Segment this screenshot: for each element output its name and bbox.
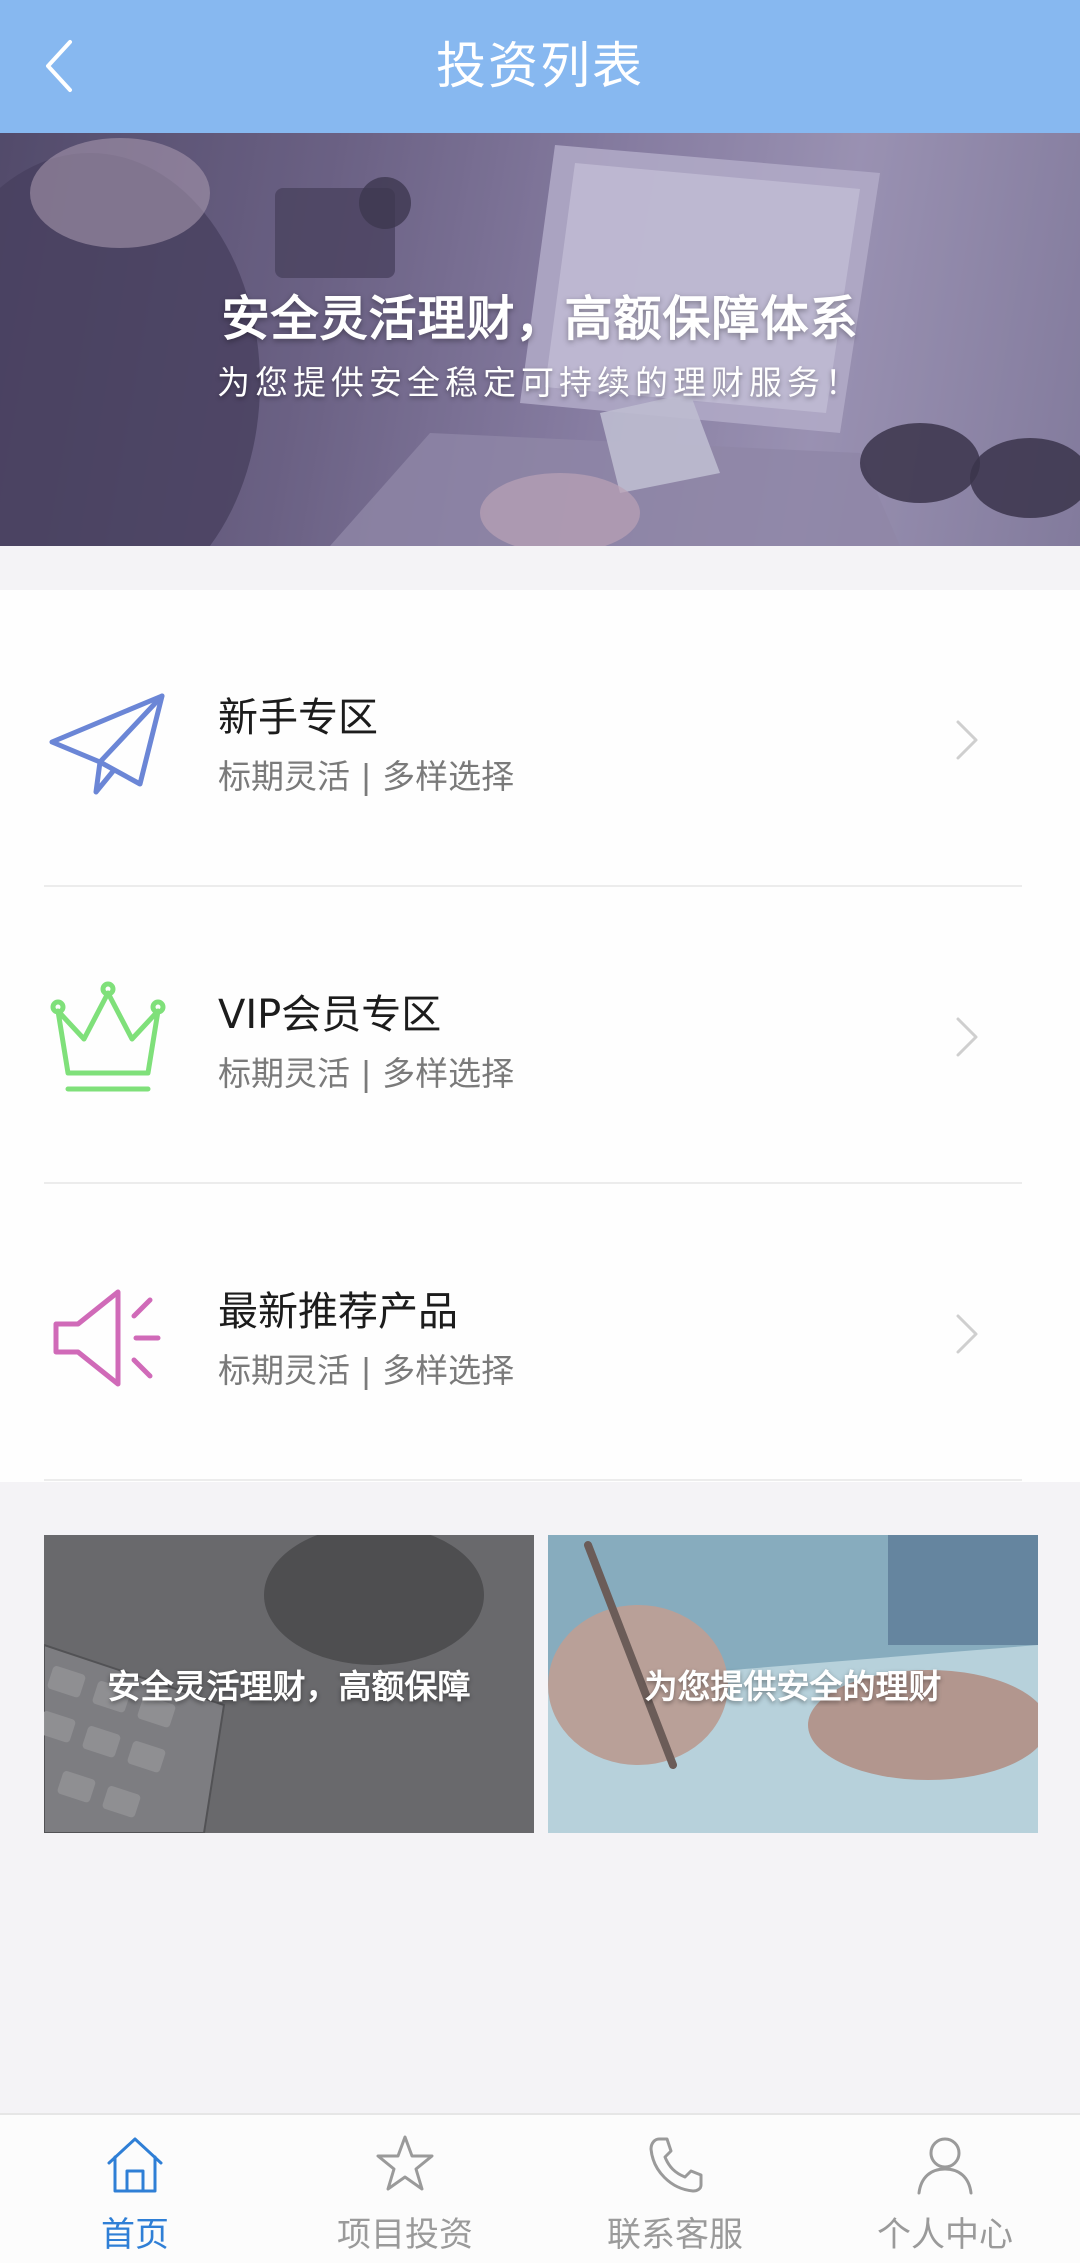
list-item-newbie-zone[interactable]: 新手专区 标期灵活 | 多样选择 [0,590,1080,887]
list-item-recommended[interactable]: 最新推荐产品 标期灵活 | 多样选择 [0,1184,1080,1481]
tab-projects[interactable]: 项目投资 [270,2115,540,2263]
promo-caption: 为您提供安全的理财 [644,1667,942,1706]
promo-caption: 安全灵活理财，高额保障 [107,1667,471,1706]
list-item-desc: 标期灵活 | 多样选择 [218,1054,515,1093]
zone-list: 新手专区 标期灵活 | 多样选择 VIP会员专区 标期灵活 | 多样选择 最新推… [0,590,1080,1482]
list-item-title: VIP会员专区 [218,992,442,1038]
nav-header: 投资列表 [0,0,1080,133]
chevron-right-icon [956,1314,978,1354]
phone-icon [649,2137,703,2193]
divider [44,1479,1022,1481]
speaker-icon [53,1289,161,1387]
crown-icon [50,981,166,1092]
promo-card-left[interactable]: 安全灵活理财，高额保障 [44,1535,534,1833]
tab-bar: 首页 项目投资 联系客服 个人中心 [0,2113,1080,2263]
hero-subtitle: 为您提供安全稳定可持续的理财服务！ [217,363,863,402]
list-item-title: 最新推荐产品 [218,1289,458,1335]
page-title: 投资列表 [436,37,644,95]
tab-profile[interactable]: 个人中心 [810,2115,1080,2263]
chevron-right-icon [956,720,978,760]
list-item-title: 新手专区 [218,695,378,741]
star-icon [376,2135,434,2191]
hero-banner[interactable]: 安全灵活理财，高额保障体系 为您提供安全稳定可持续的理财服务！ [0,133,1080,546]
chevron-left-icon[interactable] [40,38,80,94]
home-icon [107,2137,163,2193]
list-item-desc: 标期灵活 | 多样选择 [218,757,515,796]
list-item-desc: 标期灵活 | 多样选择 [218,1351,515,1390]
page: 投资列表 安全灵活理财，高额保障体系 为您提供安全稳定可持续的理财服务！ 新手专… [0,0,1080,2263]
chevron-right-icon [956,1017,978,1057]
tab-label: 首页 [101,2215,169,2255]
tab-home[interactable]: 首页 [0,2115,270,2263]
hero-headline: 安全灵活理财，高额保障体系 [221,291,859,347]
tab-contact[interactable]: 联系客服 [540,2115,810,2263]
tab-label: 联系客服 [607,2215,743,2255]
paper-plane-icon [49,693,165,795]
tab-label: 个人中心 [877,2215,1013,2255]
tab-label: 项目投资 [337,2215,473,2255]
list-item-vip-zone[interactable]: VIP会员专区 标期灵活 | 多样选择 [0,887,1080,1184]
person-icon [917,2137,973,2195]
promo-card-right[interactable]: 为您提供安全的理财 [548,1535,1038,1833]
